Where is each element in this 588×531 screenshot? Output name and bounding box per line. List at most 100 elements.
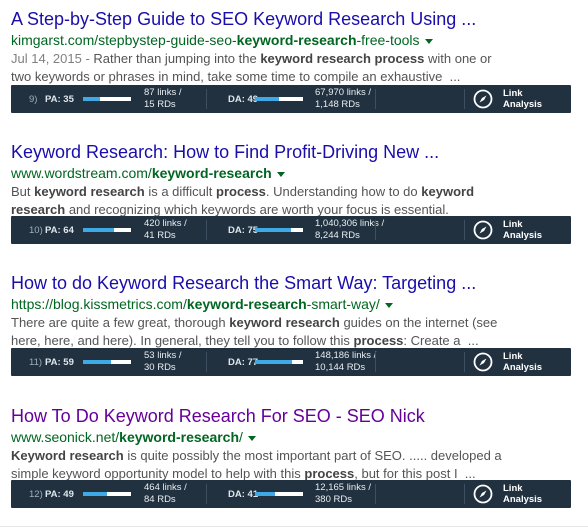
da-meter-fill [255,97,279,101]
result-url: kimgarst.com/stepbystep-guide-seo-keywor… [11,31,581,49]
page-link-counts: 464 links /84 RDs [144,482,187,506]
pa-meter-fill [83,97,100,101]
domain-authority: DA: 75 [228,224,259,236]
da-meter-fill [255,360,292,364]
page-link-counts: 53 links /30 RDs [144,350,182,374]
divider [375,352,376,372]
domain-link-counts: 12,165 links /380 RDs [315,482,371,506]
seo-metrics-bar: 9) PA: 35 87 links /15 RDs DA: 49 67,970… [11,85,571,113]
link-analysis-button[interactable]: Link Analysis [473,216,547,244]
url-text-post: -free-tools [356,32,420,48]
divider [206,352,207,372]
url-text-pre: https://blog.kissmetrics.com/ [11,296,187,312]
result-snippet: But keyword research is a difficult proc… [11,184,475,217]
result-4: How To Do Keyword Research For SEO - SEO… [11,405,581,508]
seo-metrics-bar: 12) PA: 49 464 links /84 RDs DA: 41 12,1… [11,480,571,508]
domain-links: 1,040,306 links / [315,218,385,229]
link-analysis-button[interactable]: Link Analysis [473,480,547,508]
search-results: A Step-by-Step Guide to SEO Keyword Rese… [0,0,588,531]
da-meter-fill [255,492,275,496]
divider [464,220,465,240]
domain-rds: 10,144 RDs [315,362,366,373]
domain-rds: 8,244 RDs [315,230,360,241]
pa-meter-fill [83,360,112,364]
result-snippet: There are quite a few great, thorough ke… [11,315,498,348]
page-links: 464 links / [144,482,187,493]
url-text-post: -smart-way/ [306,296,380,312]
divider [206,89,207,109]
domain-authority: DA: 77 [228,356,259,368]
domain-link-counts: 1,040,306 links /8,244 RDs [315,218,384,242]
domain-authority: DA: 41 [228,488,259,500]
divider [464,89,465,109]
compass-icon [473,89,493,109]
link-analysis-button[interactable]: Link Analysis [473,85,547,113]
page-link-counts: 87 links /15 RDs [144,87,182,111]
divider [206,484,207,504]
url-text-bold: keyword-research [186,296,307,312]
result-title[interactable]: A Step-by-Step Guide to SEO Keyword Rese… [11,8,581,30]
domain-links: 12,165 links / [315,482,371,493]
url-text-bold: keyword-research [119,429,240,445]
page-rds: 84 RDs [144,494,176,505]
da-meter [255,97,303,101]
pa-meter [83,492,131,496]
result-title[interactable]: How to do Keyword Research the Smart Way… [11,272,581,294]
divider [464,484,465,504]
divider [375,220,376,240]
url-text-pre: www.wordstream.com/ [11,165,152,181]
divider [375,484,376,504]
url-text-post: / [239,429,243,445]
page-link-counts: 420 links /41 RDs [144,218,187,242]
compass-icon [473,484,493,504]
result-1: A Step-by-Step Guide to SEO Keyword Rese… [11,8,581,113]
page-authority: PA: 49 [45,488,74,500]
caret-down-icon[interactable] [384,302,393,308]
rank-number: 10) [29,224,43,236]
link-analysis-label: Link Analysis [503,88,543,110]
result-url: www.seonick.net/keyword-research / [11,428,581,446]
rank-number: 11) [29,356,43,368]
pa-meter-fill [83,492,107,496]
page-rds: 30 RDs [144,362,176,373]
caret-down-icon[interactable] [247,435,256,441]
url-text-bold: keyword-research [151,165,272,181]
pa-meter [83,97,131,101]
compass-icon [473,220,493,240]
bottom-divider [0,526,588,527]
page-authority: PA: 64 [45,224,74,236]
divider [206,220,207,240]
result-url: www.wordstream.com/keyword-research [11,164,581,182]
link-analysis-label: Link Analysis [503,219,543,241]
domain-links: 148,186 links / [315,350,377,361]
domain-link-counts: 67,970 links /1,148 RDs [315,87,371,111]
result-2: Keyword Research: How to Find Profit-Dri… [11,141,581,244]
domain-authority: DA: 49 [228,93,259,105]
page-authority: PA: 35 [45,93,74,105]
link-analysis-button[interactable]: Link Analysis [473,348,547,376]
seo-metrics-bar: 10) PA: 64 420 links /41 RDs DA: 75 1,04… [11,216,571,244]
domain-link-counts: 148,186 links /10,144 RDs [315,350,376,374]
rank-number: 12) [29,488,43,500]
divider [375,89,376,109]
result-snippet: Keyword research is quite possibly the m… [11,448,502,481]
url-text-pre: kimgarst.com/stepbystep-guide-seo- [11,32,237,48]
caret-down-icon[interactable] [276,171,285,177]
caret-down-icon[interactable] [424,38,433,44]
seo-metrics-bar: 11) PA: 59 53 links /30 RDs DA: 77 148,1… [11,348,571,376]
divider [464,352,465,372]
page-links: 420 links / [144,218,187,229]
page-links: 87 links / [144,87,182,98]
result-title[interactable]: How To Do Keyword Research For SEO - SEO… [11,405,581,427]
da-meter [255,228,303,232]
link-analysis-label: Link Analysis [503,351,543,373]
result-title[interactable]: Keyword Research: How to Find Profit-Dri… [11,141,581,163]
domain-rds: 1,148 RDs [315,99,360,110]
page-rds: 15 RDs [144,99,176,110]
url-text-pre: www.seonick.net/ [11,429,120,445]
compass-icon [473,352,493,372]
da-meter [255,492,303,496]
domain-rds: 380 RDs [315,494,352,505]
result-3: How to do Keyword Research the Smart Way… [11,272,581,376]
rank-number: 9) [29,93,38,105]
